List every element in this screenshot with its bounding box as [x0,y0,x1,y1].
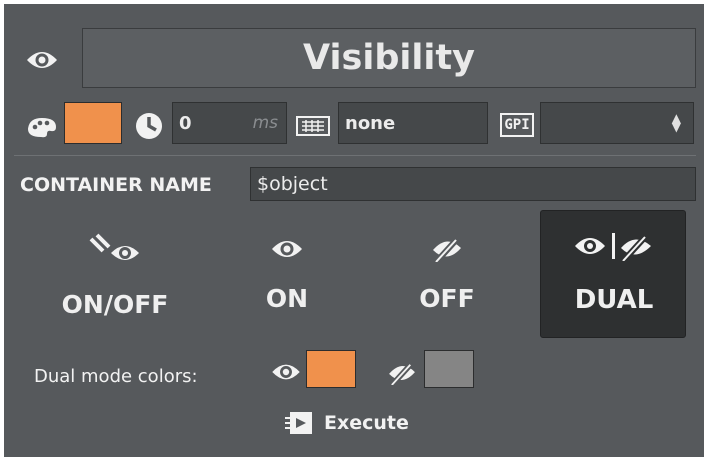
container-name-label: CONTAINER NAME [20,174,212,196]
mode-off-button[interactable]: OFF [372,216,522,338]
keyboard-icon [293,112,333,140]
eye-icon [262,234,312,264]
eye-toggle-icon [80,230,150,266]
delay-value: 0 [179,112,192,134]
color-swatch[interactable] [64,102,122,144]
dual-off-eye-slash-icon [382,358,422,388]
gpi-icon-text: GPI [504,117,530,133]
mode-dual-button[interactable]: DUAL [540,210,686,338]
mode-label: OFF [419,284,475,313]
dual-mode-colors-label: Dual mode colors: [34,366,198,387]
mode-onoff-button[interactable]: ON/OFF [40,216,190,338]
eye-dual-icon [569,229,659,263]
eye-slash-icon [422,234,472,264]
mode-label: ON [265,284,309,313]
visibility-eye-icon [22,44,62,76]
mode-label: ON/OFF [61,290,169,319]
delay-unit: ms [252,113,278,133]
keyboard-shortcut-input[interactable]: none [338,102,488,144]
execute-label: Execute [324,412,409,434]
dual-on-eye-icon [266,358,306,386]
dual-off-color-swatch[interactable] [424,350,474,388]
palette-icon [22,114,62,140]
divider [14,155,696,156]
mode-on-button[interactable]: ON [212,216,362,338]
dual-on-color-swatch[interactable] [306,350,356,388]
execute-button[interactable]: Execute [282,406,442,440]
delay-input[interactable]: 0 ms [172,102,287,144]
execute-icon [282,409,316,437]
container-name-value: $object [257,173,328,195]
gpi-select[interactable]: ▲ ▼ [540,102,694,144]
mode-label: DUAL [574,285,654,315]
page-title: Visibility [82,28,696,88]
select-arrows-icon: ▲ ▼ [671,111,681,134]
gpi-icon: GPI [496,108,538,142]
clock-icon [128,110,170,142]
keyboard-value: none [345,112,396,134]
container-name-input[interactable]: $object [250,167,696,201]
